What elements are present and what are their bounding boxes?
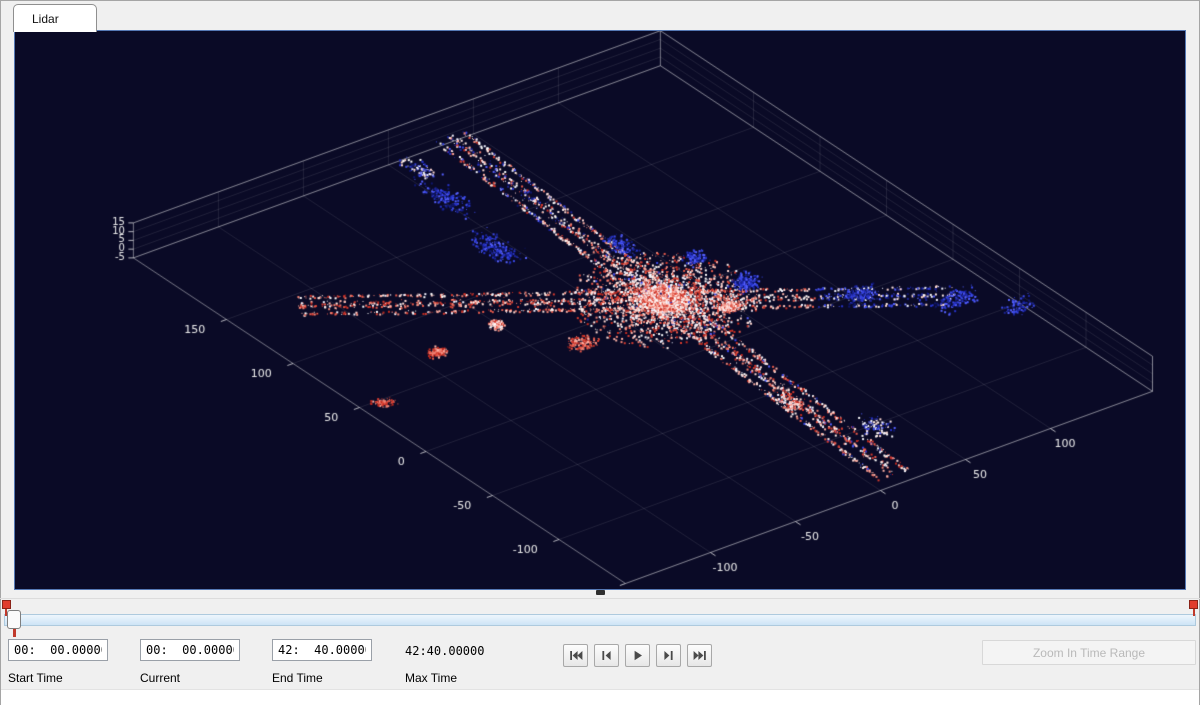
step-back-icon [602, 651, 611, 660]
play-button[interactable] [625, 644, 650, 667]
current-time-label: Current [140, 671, 181, 685]
skip-to-end-icon [693, 651, 706, 660]
max-time-value: 42:40.00000 [405, 644, 485, 658]
timeline-current-thumb[interactable] [7, 610, 21, 629]
step-forward-icon [664, 651, 673, 660]
end-time-label: End Time [272, 671, 323, 685]
start-time-label: Start Time [8, 671, 63, 685]
timeline-current-tick [13, 629, 16, 637]
skip-to-start-icon [569, 651, 582, 660]
lidar-viewer-panel [14, 30, 1186, 590]
timeline-track[interactable] [4, 614, 1196, 626]
splitter-handle[interactable] [596, 590, 605, 595]
timeline-end-flag-line [1193, 609, 1195, 616]
zoom-in-time-range-button[interactable]: Zoom In Time Range [982, 640, 1196, 665]
tab-lidar[interactable]: Lidar [13, 4, 97, 32]
timeline-start-flag[interactable] [2, 600, 11, 609]
lidar-3d-view[interactable] [15, 31, 1185, 589]
timeline-end-flag[interactable] [1189, 600, 1198, 609]
start-time-input[interactable] [8, 639, 108, 661]
bottom-strip [1, 689, 1199, 705]
first-frame-button[interactable] [563, 644, 588, 667]
current-time-input[interactable] [140, 639, 240, 661]
tab-lidar-label: Lidar [32, 11, 59, 26]
step-forward-button[interactable] [656, 644, 681, 667]
end-time-input[interactable] [272, 639, 372, 661]
last-frame-button[interactable] [687, 644, 712, 667]
max-time-label: Max Time [405, 671, 458, 685]
play-icon [634, 650, 642, 661]
timeline-separator [0, 598, 1200, 599]
step-back-button[interactable] [594, 644, 619, 667]
